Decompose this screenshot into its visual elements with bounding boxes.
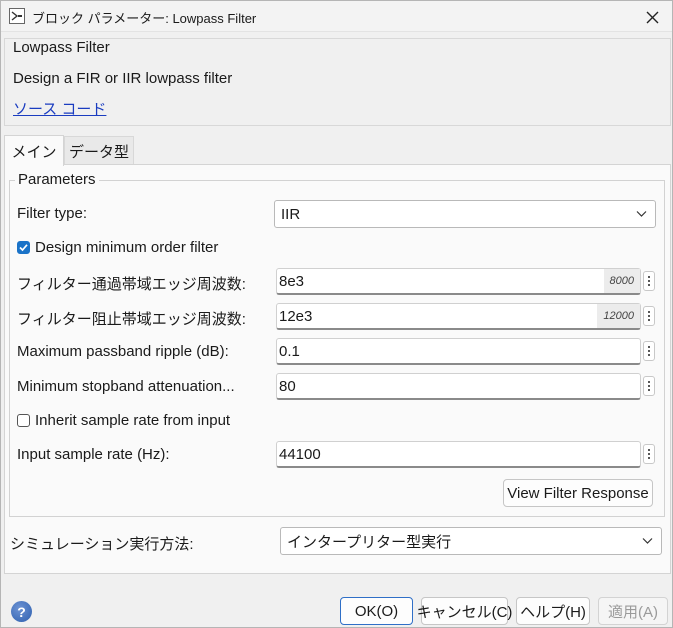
source-code-link[interactable]: ソース コード	[13, 98, 106, 119]
view-filter-response-button[interactable]: View Filter Response	[503, 479, 653, 507]
stopband-atten-menu-icon[interactable]	[643, 376, 655, 396]
passband-edge-menu-icon[interactable]	[643, 271, 655, 291]
simulate-using-select[interactable]: インタープリター型実行	[280, 527, 662, 555]
simulink-block-icon	[9, 8, 25, 24]
input-sample-rate-value: 44100	[279, 445, 321, 463]
block-name: Lowpass Filter	[13, 39, 110, 56]
passband-edge-field[interactable]: 8e3 8000	[276, 268, 641, 295]
design-min-order-checkbox[interactable]	[17, 241, 30, 254]
input-sample-rate-label: Input sample rate (Hz):	[17, 446, 170, 463]
stopband-edge-label: フィルター阻止帯域エッジ周波数:	[17, 311, 246, 328]
input-sample-rate-menu-icon[interactable]	[643, 444, 655, 464]
passband-edge-label: フィルター通過帯域エッジ周波数:	[17, 276, 246, 293]
inherit-sample-rate-checkbox[interactable]	[17, 414, 30, 427]
input-sample-rate-field[interactable]: 44100	[276, 441, 641, 468]
close-button[interactable]	[640, 5, 664, 29]
help-icon[interactable]: ?	[11, 601, 32, 622]
cancel-button[interactable]: キャンセル(C)	[417, 597, 512, 625]
passband-edge-value: 8e3	[279, 272, 305, 290]
passband-ripple-menu-icon[interactable]	[643, 341, 655, 361]
stopband-edge-menu-icon[interactable]	[643, 306, 655, 326]
close-icon	[646, 11, 658, 23]
stopband-edge-field[interactable]: 12e3 12000	[276, 303, 641, 330]
stopband-atten-field[interactable]: 80	[276, 373, 641, 400]
stopband-atten-label: Minimum stopband attenuation...	[17, 378, 235, 395]
tab-data-types[interactable]: データ型	[64, 136, 134, 165]
ok-button[interactable]: OK(O)	[340, 597, 413, 625]
passband-ripple-value: 0.1	[279, 342, 300, 360]
filter-type-label: Filter type:	[17, 205, 88, 222]
tab-main[interactable]: メイン	[4, 135, 64, 166]
passband-ripple-field[interactable]: 0.1	[276, 338, 641, 365]
inherit-sample-rate-label: Inherit sample rate from input	[35, 412, 231, 429]
passband-edge-evaluated: 8000	[603, 269, 640, 293]
stopband-atten-value: 80	[279, 377, 296, 395]
window-title: ブロック パラメーター: Lowpass Filter	[32, 11, 257, 26]
chevron-down-icon	[636, 211, 647, 217]
dialog-window: ブロック パラメーター: Lowpass Filter Lowpass Filt…	[0, 0, 673, 628]
stopband-edge-evaluated: 12000	[597, 304, 640, 328]
simulate-using-value: インタープリター型実行	[287, 533, 452, 551]
filter-type-value: IIR	[281, 205, 301, 223]
chevron-down-icon	[642, 538, 653, 544]
apply-button[interactable]: 適用(A)	[598, 597, 668, 625]
title-bar: ブロック パラメーター: Lowpass Filter	[1, 1, 672, 32]
design-min-order-label: Design minimum order filter	[35, 239, 219, 256]
passband-ripple-label: Maximum passband ripple (dB):	[17, 343, 229, 360]
block-description: Design a FIR or IIR lowpass filter	[13, 70, 233, 87]
parameters-group-label: Parameters	[15, 171, 99, 188]
simulate-using-label: シミュレーション実行方法:	[10, 536, 194, 553]
stopband-edge-value: 12e3	[279, 307, 313, 325]
help-button[interactable]: ヘルプ(H)	[516, 597, 590, 625]
filter-type-select[interactable]: IIR	[274, 200, 656, 228]
checkmark-icon	[19, 244, 28, 252]
